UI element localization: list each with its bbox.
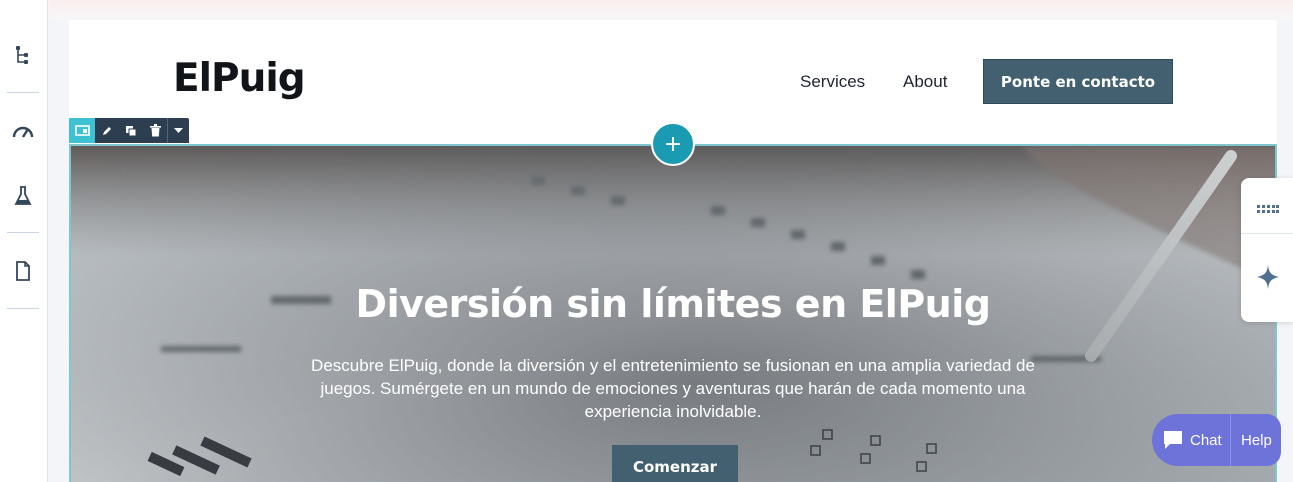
flask-icon[interactable]	[8, 181, 38, 211]
site-logo[interactable]: ElPuig	[173, 56, 306, 101]
help-button[interactable]: Help	[1231, 432, 1272, 449]
editor-left-sidebar	[0, 0, 48, 482]
hero-section[interactable]: Diversión sin límites en ElPuig Descubre…	[69, 144, 1277, 482]
contact-cta-button[interactable]: Ponte en contacto	[983, 59, 1173, 104]
rail-divider	[7, 232, 39, 233]
page-preview: ElPuig Services About Ponte en contacto	[69, 20, 1277, 482]
chat-button[interactable]: Chat	[1152, 414, 1230, 466]
rail-divider	[7, 92, 39, 93]
caret-down-icon[interactable]	[167, 118, 189, 143]
chat-label: Chat	[1190, 431, 1222, 449]
canvas-top-strip	[49, 0, 1293, 20]
document-icon[interactable]	[8, 256, 38, 286]
module-toolbar	[69, 118, 189, 143]
tree-structure-icon[interactable]	[8, 40, 38, 70]
layout-icon[interactable]	[69, 118, 95, 143]
hero-description[interactable]: Descubre ElPuig, donde la diversión y el…	[297, 354, 1049, 423]
right-floating-panel	[1241, 178, 1293, 322]
start-button[interactable]: Comenzar	[612, 445, 738, 482]
pencil-icon[interactable]	[95, 118, 119, 143]
duplicate-icon[interactable]	[119, 118, 143, 143]
rail-divider	[7, 308, 39, 309]
nav-link-about[interactable]: About	[903, 72, 947, 92]
chat-widget[interactable]: Chat Help	[1152, 414, 1281, 466]
speedometer-icon[interactable]	[8, 116, 38, 146]
add-section-button[interactable]: +	[651, 122, 695, 166]
sparkle-icon[interactable]	[1257, 265, 1279, 293]
hero-title[interactable]: Diversión sin límites en ElPuig	[71, 282, 1275, 326]
panel-divider	[1241, 233, 1293, 234]
grid-dots-icon[interactable]	[1257, 200, 1279, 219]
chat-bubble-icon	[1164, 431, 1182, 449]
nav-link-services[interactable]: Services	[800, 72, 865, 92]
trash-icon[interactable]	[143, 118, 167, 143]
